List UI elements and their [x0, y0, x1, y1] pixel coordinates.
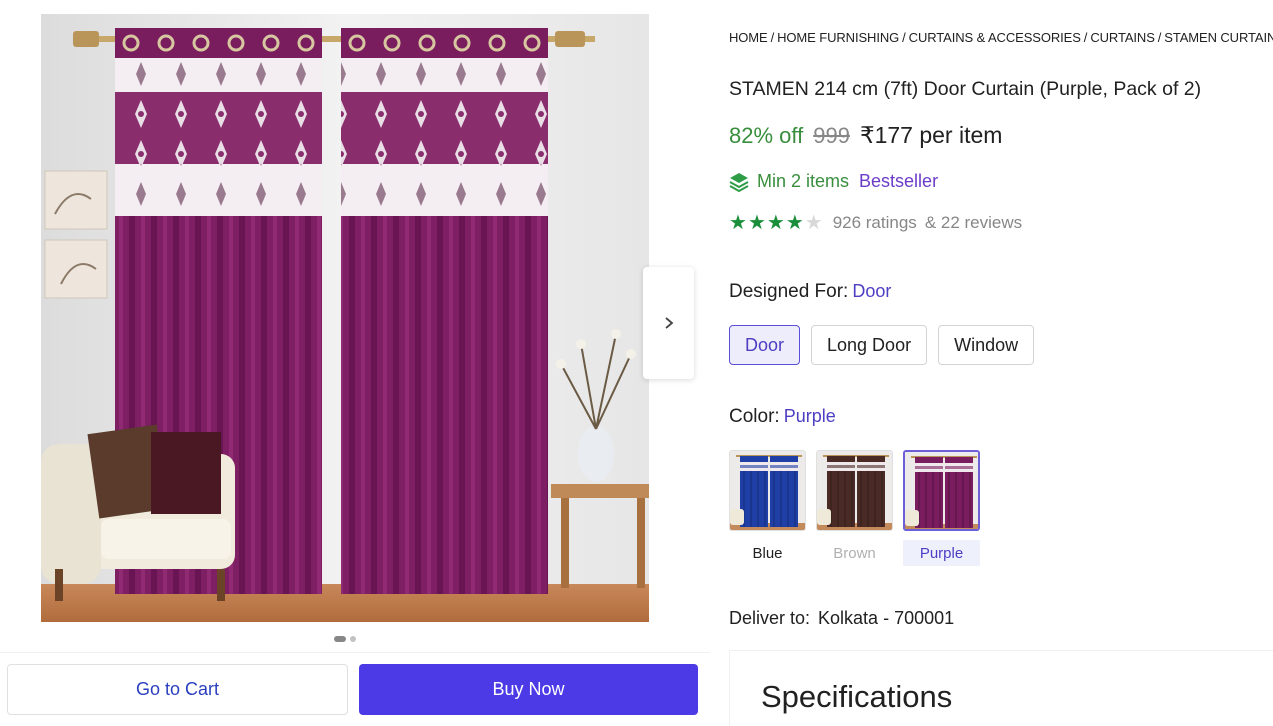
star-rating: ★ ★ ★ ★ ★	[729, 213, 823, 233]
go-to-cart-label: Go to Cart	[135, 679, 220, 699]
chevron-right-icon	[664, 317, 673, 329]
buy-now-button[interactable]: Buy Now	[359, 664, 698, 715]
image-pager	[0, 636, 690, 642]
delivery-location: Kolkata - 700001	[818, 608, 955, 628]
deliver-to-label: Deliver to:	[729, 608, 811, 628]
product-details: HOME / HOME FURNISHING / CURTAINS & ACCESSOR…	[729, 0, 1273, 726]
star-empty-icon: ★	[804, 212, 823, 234]
pager-dot[interactable]	[350, 636, 356, 642]
color-options: Blue Brown Purple	[729, 450, 980, 566]
color-label: Color: Purple	[729, 406, 836, 428]
breadcrumb-curtains-accessories[interactable]: CURTAINS & ACCESSORIES	[909, 30, 1081, 45]
color-name-brown: Brown	[833, 544, 876, 562]
discount-percent: 82% off	[729, 123, 804, 148]
option-long-door[interactable]: Long Door	[811, 325, 928, 365]
breadcrumb-home[interactable]: HOME	[729, 30, 768, 45]
color-thumb-purple	[903, 450, 980, 531]
price-row: 82% off 999 ₹177 per item	[729, 122, 1002, 149]
color-heading: Color:	[729, 406, 780, 427]
color-name-purple: Purple	[903, 540, 980, 566]
option-window[interactable]: Window	[938, 325, 1035, 365]
curtain-photo	[41, 14, 649, 622]
star-filled-icon: ★	[729, 212, 747, 234]
min-items-text: Min 2 items	[757, 171, 850, 191]
reviews-count: & 22 reviews	[924, 213, 1023, 232]
bestseller-badge: Bestseller	[859, 171, 939, 191]
layers-icon	[729, 172, 749, 192]
star-filled-icon: ★	[785, 212, 804, 234]
color-thumb-brown	[816, 450, 893, 531]
star-filled-icon: ★	[766, 212, 785, 234]
color-name-blue: Blue	[752, 544, 783, 562]
rating-row[interactable]: ★ ★ ★ ★ ★ 926 ratings & 22 reviews	[729, 213, 1022, 233]
buy-now-label: Buy Now	[492, 679, 565, 699]
product-title: STAMEN 214 cm (7ft) Door Curtain (Purple…	[729, 78, 1202, 100]
designed-for-value: Door	[852, 281, 892, 301]
next-image-button[interactable]	[643, 267, 694, 379]
option-door[interactable]: Door	[729, 325, 801, 365]
color-thumb-blue	[729, 450, 806, 531]
original-price: 999	[813, 123, 850, 148]
ratings-count: 926 ratings	[832, 213, 917, 232]
breadcrumb-stamen-curtains[interactable]: STAMEN CURTAINS	[1164, 30, 1273, 45]
offer-row: Min 2 items Bestseller	[729, 171, 938, 192]
specifications-section: Specifications	[729, 650, 1273, 726]
breadcrumb-curtains[interactable]: CURTAINS	[1090, 30, 1155, 45]
designed-for-options: Door Long Door Window	[729, 325, 1035, 365]
designed-for-heading: Designed For:	[729, 281, 849, 302]
go-to-cart-button[interactable]: Go to Cart	[7, 664, 348, 715]
color-value: Purple	[783, 406, 836, 426]
color-swatch-purple[interactable]: Purple	[903, 450, 980, 566]
delivery-row[interactable]: Deliver to: Kolkata - 700001	[729, 608, 954, 629]
star-filled-icon: ★	[747, 212, 766, 234]
color-swatch-blue[interactable]: Blue	[729, 450, 806, 566]
breadcrumb: HOME / HOME FURNISHING / CURTAINS & ACCESSOR…	[729, 30, 1273, 45]
selling-price: ₹177 per item	[859, 122, 1003, 148]
product-image[interactable]	[41, 14, 649, 622]
breadcrumb-home-furnishing[interactable]: HOME FURNISHING	[777, 30, 899, 45]
specifications-title: Specifications	[761, 679, 953, 714]
color-swatch-brown[interactable]: Brown	[816, 450, 893, 566]
designed-for-label: Designed For: Door	[729, 281, 891, 303]
action-bar: Go to Cart Buy Now	[0, 652, 710, 726]
pager-dot-active[interactable]	[334, 636, 346, 642]
